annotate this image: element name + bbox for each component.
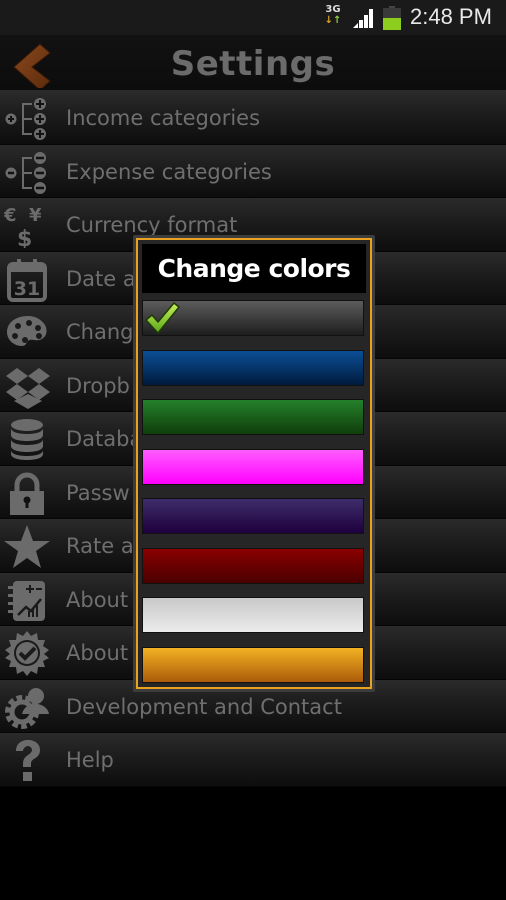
settings-item-income-categories[interactable]: Income categories: [0, 91, 506, 145]
svg-text:31: 31: [14, 278, 40, 300]
signal-icon: [353, 9, 373, 28]
clock: 2:48 PM: [410, 4, 492, 29]
color-option-blue[interactable]: [142, 349, 364, 386]
dialog-panel: Change colors: [136, 238, 372, 689]
dropbox-icon: [6, 367, 50, 409]
lock-icon: [10, 472, 44, 515]
gear-person-icon: [5, 687, 49, 729]
color-option-gray[interactable]: [142, 300, 364, 336]
settings-item-label: Help: [66, 748, 114, 772]
star-icon: [4, 525, 50, 568]
database-icon: [11, 419, 43, 460]
question-icon: [16, 740, 40, 781]
currency-icon: € ¥ $: [4, 205, 42, 248]
color-option-magenta[interactable]: [142, 448, 364, 485]
action-bar: Settings: [0, 35, 506, 91]
svg-text:$: $: [17, 227, 32, 248]
calendar-icon: 31: [7, 258, 47, 302]
data-arrows-icon: 3G ↓↑: [324, 4, 342, 26]
color-option-purple[interactable]: [142, 498, 364, 534]
settings-item-label: Income categories: [66, 106, 261, 130]
change-colors-dialog: Change colors: [133, 235, 375, 692]
color-option-orange[interactable]: [142, 646, 364, 683]
settings-item-label: About: [66, 641, 129, 665]
svg-text:€: €: [4, 205, 17, 226]
dialog-title-bar: Change colors: [142, 244, 366, 293]
settings-item-label: About: [66, 587, 129, 612]
page-title: Settings: [170, 44, 336, 84]
settings-item-label: Dropb: [66, 373, 130, 398]
settings-item-label: Date a: [66, 266, 136, 291]
settings-item-expense-categories[interactable]: Expense categories: [0, 144, 506, 198]
expense-categories-icon: [5, 151, 46, 194]
settings-item-label: Rate a: [66, 534, 134, 558]
dialog-title: Change colors: [157, 254, 351, 283]
settings-item-label: Passw: [66, 480, 130, 505]
settings-item-help[interactable]: Help: [0, 733, 506, 787]
settings-item-label: Databa: [66, 427, 143, 451]
color-option-green[interactable]: [142, 399, 364, 435]
status-bar: 3G ↓↑ 2:48 PM: [0, 0, 506, 35]
settings-item-label: Expense categories: [66, 159, 272, 184]
palette-icon: [7, 316, 47, 346]
battery-icon: [383, 6, 401, 30]
badge-check-icon: [5, 631, 49, 676]
income-categories-icon: [5, 98, 46, 140]
svg-text:¥: ¥: [29, 205, 42, 226]
notebook-chart-icon: [8, 580, 45, 621]
settings-item-label: Chang: [66, 320, 134, 344]
network-type: 3G: [325, 4, 341, 15]
check-icon: [145, 302, 180, 334]
color-option-white[interactable]: [142, 597, 364, 633]
color-option-red[interactable]: [142, 547, 364, 584]
